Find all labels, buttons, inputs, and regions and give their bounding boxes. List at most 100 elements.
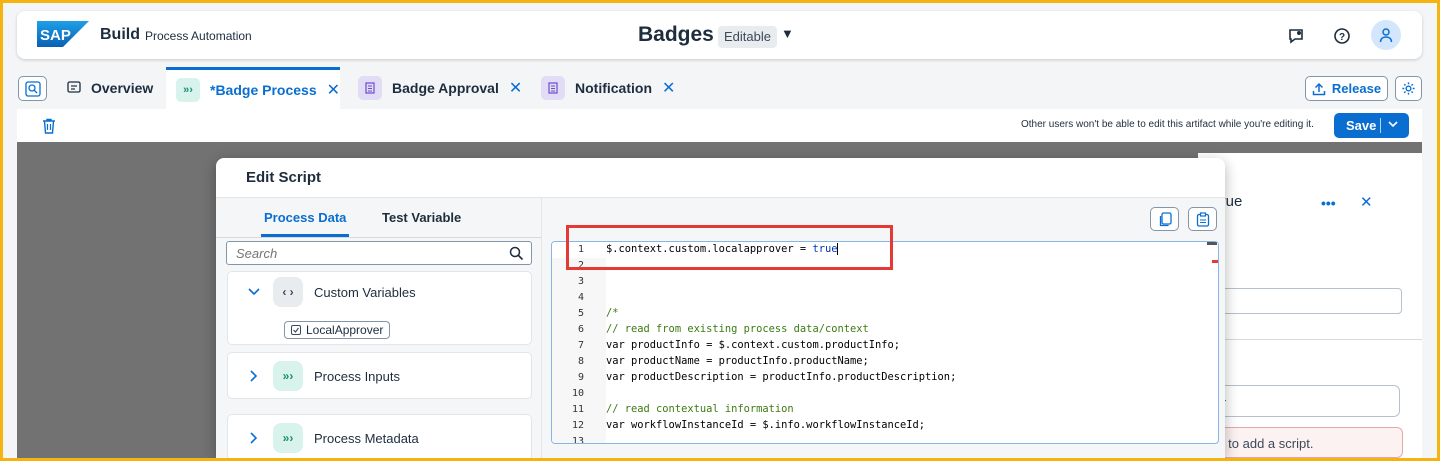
edit-script-dialog: Edit Script Process Data Test Variable ‹… (216, 158, 1225, 458)
paste-icon (1196, 211, 1209, 227)
user-icon (1379, 28, 1393, 43)
tree-node-label: Process Metadata (314, 431, 419, 446)
tab-process-data[interactable]: Process Data (264, 210, 346, 225)
line-number: 10 (571, 388, 584, 399)
code-line: var workflowInstanceId = $.info.workflow… (606, 419, 925, 431)
process-icon: »› (273, 361, 303, 391)
line-number: 12 (571, 420, 584, 431)
tab-badge-process[interactable]: »› *Badge Process ✕ (166, 67, 340, 109)
search-icon[interactable] (509, 246, 524, 261)
code-line: var productDescription = productInfo.pro… (606, 371, 956, 383)
artifact-tab-bar: Overview »› *Badge Process ✕ Badge Appro… (17, 67, 1422, 109)
form-icon (358, 76, 382, 100)
chevron-down-icon[interactable] (1388, 120, 1398, 131)
line-number: 7 (577, 340, 584, 351)
upload-icon (1312, 82, 1326, 95)
search-field[interactable] (226, 241, 532, 265)
release-button[interactable]: Release (1305, 76, 1388, 101)
delete-icon[interactable] (42, 118, 56, 139)
chevron-down-icon[interactable] (248, 288, 260, 296)
code-text: var productName = productInfo.productNam… (606, 355, 869, 367)
process-icon: »› (273, 423, 303, 453)
highlight-box (566, 225, 893, 270)
editor-toolbar: Other users won't be able to edit this a… (17, 109, 1422, 142)
release-label: Release (1331, 81, 1382, 96)
mode-badge: Editable (718, 26, 777, 48)
save-button[interactable]: Save (1334, 113, 1409, 138)
tree-node-process-inputs[interactable]: »› Process Inputs (227, 352, 532, 399)
user-avatar[interactable] (1371, 20, 1401, 50)
shell-bar: SAP Build Process Automation Badges Edit… (17, 11, 1422, 59)
tab-badge-approval[interactable]: Badge Approval ✕ (358, 67, 522, 109)
sap-logo[interactable]: SAP (37, 21, 89, 47)
code-text: /* (606, 307, 619, 319)
product-name: Process Automation (145, 29, 252, 43)
code-editor[interactable]: 1 $.context.custom.localapprover = true 2 3… (551, 241, 1219, 444)
line-number: 5 (577, 308, 584, 319)
tab-test-variable[interactable]: Test Variable (382, 210, 461, 225)
settings-button[interactable] (1395, 76, 1422, 101)
panel-input[interactable] (1198, 288, 1402, 314)
more-icon[interactable]: ••• (1321, 195, 1336, 211)
copy-icon (1159, 211, 1172, 226)
tab-label: *Badge Process (210, 81, 317, 98)
artifact-title: Badges (638, 23, 714, 46)
variable-label: LocalApprover (306, 323, 384, 337)
gear-icon (1402, 82, 1415, 95)
help-icon[interactable]: ? (1329, 23, 1355, 49)
chevron-right-icon[interactable] (250, 432, 258, 444)
overview-icon (67, 80, 81, 97)
tree-node-process-metadata[interactable]: »› Process Metadata (227, 414, 532, 458)
code-text: var productInfo = $.context.custom.produ… (606, 339, 901, 351)
tab-notification[interactable]: Notification ✕ (541, 67, 675, 109)
code-text: var productDescription = productInfo.pro… (606, 371, 957, 383)
search-artifacts-button[interactable] (18, 76, 47, 101)
variable-chip[interactable]: LocalApprover (284, 321, 391, 339)
code-line: /* (606, 307, 619, 319)
mode-dropdown-icon[interactable]: ▼ (781, 26, 794, 41)
close-tab-icon[interactable]: ✕ (327, 80, 340, 100)
tree-node-label: Process Inputs (314, 369, 400, 384)
code-line: // read contextual information (606, 403, 794, 415)
chevron-right-icon[interactable] (250, 370, 258, 382)
tree-node-custom-variables[interactable]: ‹ › Custom Variables LocalApprover (227, 271, 532, 345)
code-text: var workflowInstanceId = $.info.workflow… (606, 419, 926, 431)
paste-button[interactable] (1188, 207, 1217, 231)
code-line: var productName = productInfo.productNam… (606, 355, 869, 367)
brand-name: Build (100, 26, 140, 43)
svg-text:?: ? (1339, 32, 1345, 43)
feedback-icon[interactable] (1283, 23, 1309, 49)
tab-label: Badge Approval (392, 80, 499, 96)
line-number: 6 (577, 324, 584, 335)
close-icon[interactable]: ✕ (1360, 193, 1373, 211)
search-list-icon (24, 80, 41, 97)
line-number: 13 (571, 436, 584, 444)
dialog-title: Edit Script (246, 169, 322, 186)
line-number: 4 (577, 292, 584, 303)
code-brackets-icon: ‹ › (273, 277, 303, 307)
tree-node-label: Custom Variables (314, 285, 416, 300)
tab-label: Notification (575, 80, 652, 96)
line-number: 3 (577, 276, 584, 287)
code-text: // read contextual information (606, 403, 794, 415)
code-line: // read from existing process data/conte… (606, 323, 869, 335)
script-editor-link[interactable]: tor (1198, 385, 1400, 417)
close-tab-icon[interactable]: ✕ (662, 78, 675, 98)
form-icon (541, 76, 565, 100)
save-label: Save (1346, 118, 1377, 133)
logo-text: SAP (40, 27, 71, 44)
line-number: 9 (577, 372, 584, 383)
copy-button[interactable] (1150, 207, 1179, 231)
tab-overview[interactable]: Overview (67, 67, 153, 109)
checkbox-icon (291, 325, 301, 335)
tab-label: Overview (91, 80, 154, 96)
data-browser-panel: Process Data Test Variable ‹ › Custom Va… (216, 197, 541, 458)
search-input[interactable] (227, 242, 497, 264)
lock-notice: Other users won't be able to edit this a… (1021, 119, 1314, 130)
line-number: 11 (571, 404, 584, 415)
process-icon: »› (176, 77, 200, 102)
error-message: or to add a script. (1198, 427, 1403, 458)
properties-panel: True ••• ✕ tor or to add a script. (1198, 153, 1422, 458)
scroll-marker (1212, 260, 1218, 263)
close-tab-icon[interactable]: ✕ (509, 78, 522, 98)
